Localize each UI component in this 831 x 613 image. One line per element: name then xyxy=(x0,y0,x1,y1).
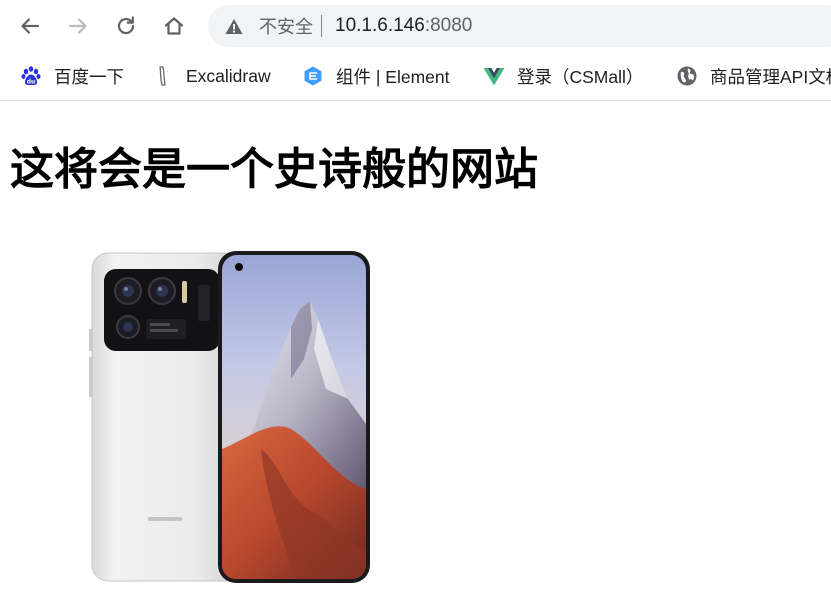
forward-button[interactable] xyxy=(62,10,94,42)
element-hexagon-icon xyxy=(302,65,324,87)
excalidraw-icon xyxy=(152,65,174,87)
reload-button[interactable] xyxy=(110,10,142,42)
bookmark-excalidraw[interactable]: Excalidraw xyxy=(152,62,271,90)
page-content: 这将会是一个史诗般的网站 xyxy=(0,101,831,613)
address-bar[interactable]: 不安全 10.1.6.146:8080 xyxy=(208,5,831,47)
home-button[interactable] xyxy=(158,10,190,42)
bookmark-csmall-login[interactable]: 登录（CSMall） xyxy=(483,62,643,90)
bookmark-baidu[interactable]: du 百度一下 xyxy=(20,62,124,90)
bookmark-element[interactable]: 组件 | Element xyxy=(302,62,449,90)
url-port: :8080 xyxy=(424,15,473,36)
bookmark-label: 商品管理API文档 xyxy=(710,66,831,87)
home-icon xyxy=(164,17,184,35)
svg-text:du: du xyxy=(27,78,36,85)
bookmark-label: 登录（CSMall） xyxy=(517,66,644,87)
vue-logo-icon xyxy=(483,65,505,87)
page-title: 这将会是一个史诗般的网站 xyxy=(10,144,538,195)
reload-icon xyxy=(117,16,135,35)
back-button[interactable] xyxy=(14,10,46,42)
bookmark-label: Excalidraw xyxy=(186,65,271,86)
bookmark-label: 百度一下 xyxy=(54,66,124,87)
url-host: 10.1.6.146 xyxy=(335,15,425,36)
warning-triangle-icon[interactable] xyxy=(225,17,243,35)
bookmark-label: 组件 | Element xyxy=(336,66,450,87)
bookmarks-bar: du 百度一下 Excalidraw 组件 | Element 登录（CSMal… xyxy=(0,52,831,101)
phone-product-image xyxy=(89,251,370,583)
bookmark-api-docs[interactable]: 商品管理API文档 xyxy=(676,62,831,90)
security-status-label[interactable]: 不安全 xyxy=(259,13,313,39)
arrow-left-icon xyxy=(21,18,40,34)
url-text[interactable]: 10.1.6.146:8080 xyxy=(335,15,472,37)
browser-window: 不安全 10.1.6.146:8080 du 百度一下 Excalidraw 组… xyxy=(0,0,831,613)
arrow-right-icon xyxy=(68,18,87,34)
baidu-paw-icon: du xyxy=(20,65,42,87)
globe-icon xyxy=(676,65,698,87)
browser-toolbar: 不安全 10.1.6.146:8080 xyxy=(0,0,831,52)
omnibox-divider xyxy=(321,15,322,37)
